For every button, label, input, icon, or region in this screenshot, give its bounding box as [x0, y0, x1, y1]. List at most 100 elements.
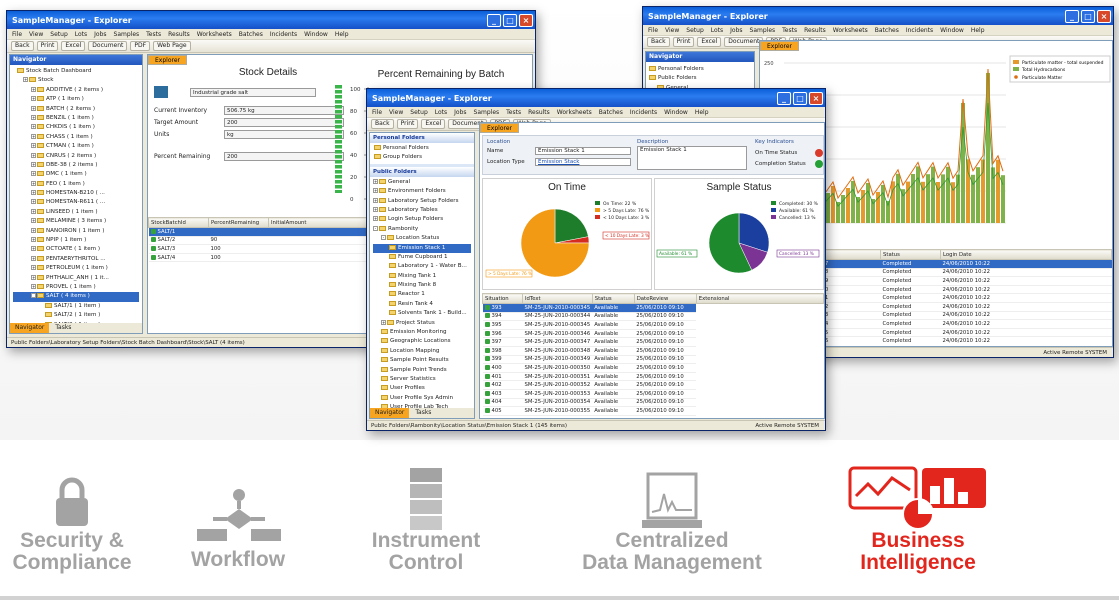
menu-item[interactable]: Results: [804, 27, 826, 34]
tree-item[interactable]: + CNRUS ( 2 items ): [13, 152, 139, 161]
field-value[interactable]: kg: [224, 129, 344, 139]
tree-item[interactable]: Location Mapping: [373, 347, 471, 356]
toolbar-button[interactable]: Print: [396, 119, 419, 129]
expand-icon[interactable]: +: [31, 161, 36, 167]
expand-icon[interactable]: +: [31, 171, 36, 177]
menu-item[interactable]: View: [665, 27, 679, 34]
tree-item[interactable]: + Laboratory Setup Folders: [373, 197, 471, 206]
maximize-button[interactable]: □: [793, 91, 807, 105]
tree-item[interactable]: + HOMESTAN-R611 ( ...: [13, 198, 139, 207]
expand-icon[interactable]: +: [31, 105, 36, 111]
expand-icon[interactable]: +: [31, 218, 36, 224]
expand-icon[interactable]: +: [373, 206, 378, 212]
expand-icon[interactable]: +: [31, 133, 36, 139]
tree-item[interactable]: SALT/1 ( 1 item ): [13, 302, 139, 311]
expand-icon[interactable]: +: [31, 143, 36, 149]
toolbar-button[interactable]: Back: [371, 119, 394, 129]
menu-item[interactable]: File: [12, 31, 22, 38]
expand-icon[interactable]: +: [381, 319, 386, 325]
field-value[interactable]: 200: [224, 117, 344, 127]
tree-item[interactable]: - Rambonity: [373, 225, 471, 234]
tree-item[interactable]: + NPIP ( 1 item ): [13, 236, 139, 245]
column-header[interactable]: Extensional: [695, 293, 824, 304]
minimize-button[interactable]: _: [487, 13, 501, 27]
toolbar-button[interactable]: Back: [647, 37, 670, 47]
toolbar-button[interactable]: Excel: [421, 119, 446, 129]
tree-item[interactable]: Emission Monitoring: [373, 328, 471, 337]
expand-icon[interactable]: +: [31, 283, 36, 289]
table-row[interactable]: 395 SM-25-JUN-2010-000345 Available 25/06/2…: [482, 320, 824, 330]
menu-item[interactable]: Setup: [686, 27, 703, 34]
menu-item[interactable]: Lots: [75, 31, 87, 38]
menu-item[interactable]: View: [29, 31, 43, 38]
expand-icon[interactable]: +: [373, 216, 378, 222]
tree-item[interactable]: Mixing Tank 1: [373, 272, 471, 281]
menu-item[interactable]: Worksheets: [197, 31, 232, 38]
tree-item[interactable]: + Laboratory Tables: [373, 206, 471, 215]
tree-item[interactable]: + PETROLEUM ( 1 item ): [13, 264, 139, 273]
tree-item[interactable]: + MELAMINE ( 3 items ): [13, 217, 139, 226]
expand-icon[interactable]: +: [31, 96, 36, 102]
menu-item[interactable]: Samples: [474, 109, 500, 116]
expand-icon[interactable]: +: [31, 124, 36, 130]
menu-item[interactable]: Worksheets: [833, 27, 868, 34]
table-row[interactable]: 401 SM-25-JUN-2010-000351 Available 25/06/2…: [482, 372, 824, 382]
menu-item[interactable]: Help: [971, 27, 985, 34]
menu-item[interactable]: Setup: [410, 109, 427, 116]
tree-item[interactable]: Public Folders: [649, 74, 751, 83]
menu-item[interactable]: Window: [664, 109, 688, 116]
maximize-button[interactable]: □: [503, 13, 517, 27]
window-titlebar[interactable]: SampleManager - Explorer _ □ ×: [7, 11, 535, 29]
menu-item[interactable]: Window: [940, 27, 964, 34]
menu-item[interactable]: Jobs: [730, 27, 742, 34]
tree-item[interactable]: - Location Status: [373, 234, 471, 243]
table-row[interactable]: 397 SM-25-JUN-2010-000347 Available 25/06/2…: [482, 337, 824, 347]
column-header[interactable]: Situation: [482, 293, 523, 304]
table-row[interactable]: 394 SM-25-JUN-2010-000344 Available 25/06/2…: [482, 312, 824, 322]
tree-item[interactable]: Personal Folders: [374, 144, 470, 153]
public-folders-group[interactable]: Public Folders: [370, 166, 474, 177]
column-header[interactable]: Login Date: [940, 249, 1112, 260]
location-name-field[interactable]: Emission Stack 1: [535, 147, 631, 155]
column-header[interactable]: IdText: [522, 293, 593, 304]
table-row[interactable]: 400 SM-25-JUN-2010-000350 Available 25/06/2…: [482, 363, 824, 373]
expand-icon[interactable]: +: [373, 197, 378, 203]
toolbar-button[interactable]: Document: [724, 37, 764, 47]
location-type-link[interactable]: Emission Stack: [535, 158, 631, 166]
menu-item[interactable]: Incidents: [270, 31, 297, 38]
menu-item[interactable]: Lots: [711, 27, 723, 34]
tree-item[interactable]: Stock Batch Dashboard: [13, 67, 139, 76]
tab-explorer[interactable]: Explorer: [480, 123, 519, 133]
expand-icon[interactable]: +: [31, 274, 36, 280]
menu-item[interactable]: Tests: [146, 31, 161, 38]
menu-item[interactable]: Worksheets: [557, 109, 592, 116]
tree-item[interactable]: + HOMESTAN-B210 ( ...: [13, 189, 139, 198]
menu-item[interactable]: Setup: [50, 31, 67, 38]
tab-tasks[interactable]: Tasks: [410, 408, 436, 418]
expand-icon[interactable]: +: [31, 199, 36, 205]
tab-explorer[interactable]: Explorer: [148, 55, 187, 65]
toolbar-button[interactable]: Print: [36, 41, 59, 51]
menu-item[interactable]: Batches: [239, 31, 263, 38]
tree-item[interactable]: Laboratory 1 - Water B...: [373, 262, 471, 271]
tree-item[interactable]: + Login Setup Folders: [373, 215, 471, 224]
tree-item[interactable]: + OCTOATE ( 1 item ): [13, 245, 139, 254]
expand-icon[interactable]: +: [373, 178, 378, 184]
personal-folders-group[interactable]: Personal Folders: [370, 133, 474, 143]
toolbar-button[interactable]: Excel: [697, 37, 722, 47]
table-row[interactable]: 396 SM-25-JUN-2010-000346 Available 25/06/2…: [482, 329, 824, 339]
tree-item[interactable]: + CHASS ( 1 item ): [13, 133, 139, 142]
menu-item[interactable]: Help: [335, 31, 349, 38]
menu-item[interactable]: File: [648, 27, 658, 34]
close-button[interactable]: ×: [519, 13, 533, 27]
column-header[interactable]: PercentRemaining: [208, 217, 269, 228]
tree-item[interactable]: + PENTAERYTHRITOL ...: [13, 255, 139, 264]
menu-item[interactable]: Incidents: [906, 27, 933, 34]
expand-icon[interactable]: +: [31, 208, 36, 214]
menu-item[interactable]: Samples: [750, 27, 776, 34]
toolbar-button[interactable]: PDF: [130, 41, 151, 51]
tree-item[interactable]: + Project Status: [373, 319, 471, 328]
tree-item[interactable]: Group Folders: [374, 153, 470, 162]
tree-item[interactable]: + LINSEED ( 1 item ): [13, 208, 139, 217]
tree-item[interactable]: Sample Point Results: [373, 356, 471, 365]
